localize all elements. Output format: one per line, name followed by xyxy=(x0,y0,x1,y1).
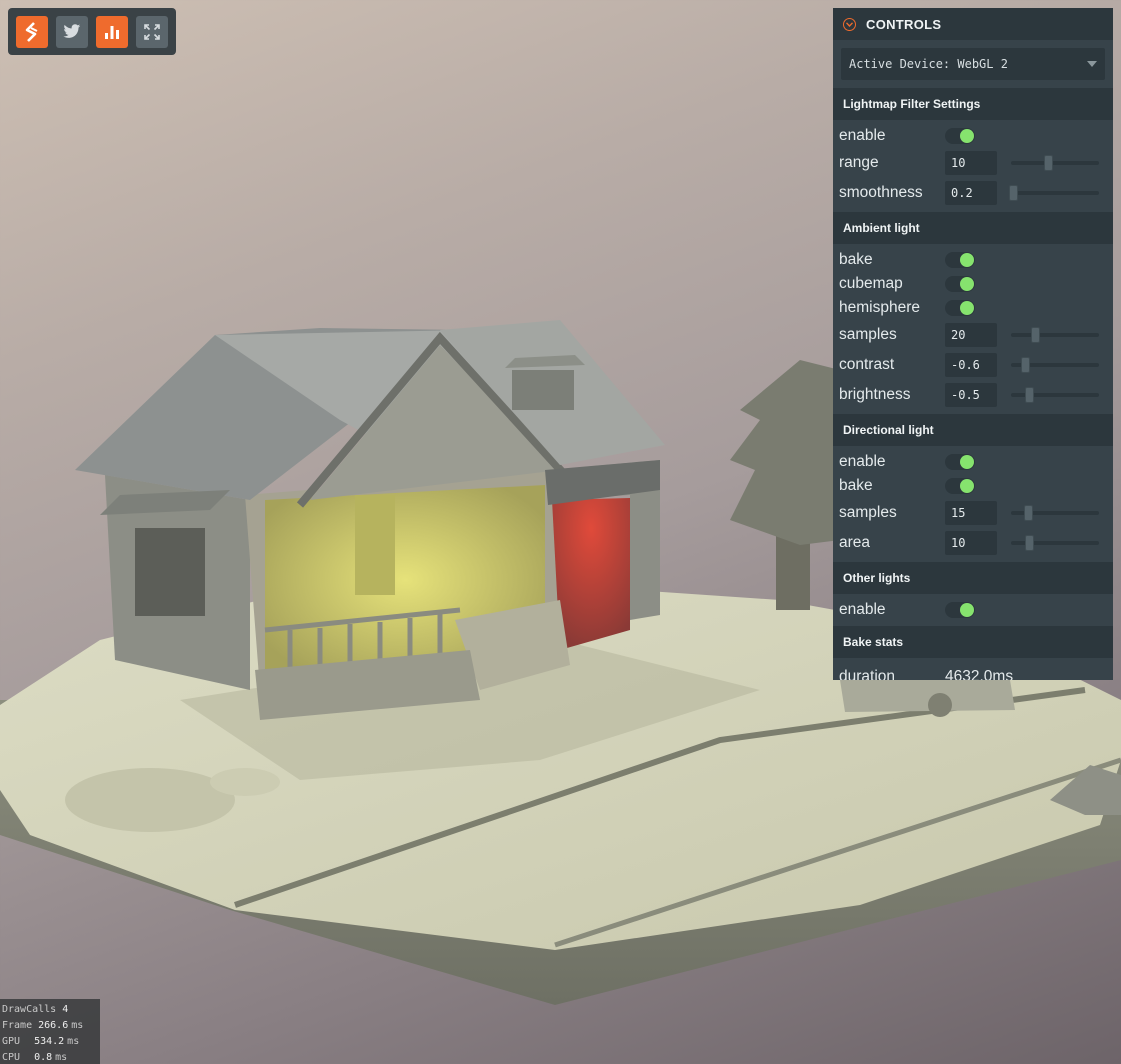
lightmap-smoothness-row: smoothness 0.2 xyxy=(833,178,1113,208)
bake-duration-label: duration xyxy=(839,668,896,680)
lightmap-smoothness-input[interactable]: 0.2 xyxy=(945,181,997,205)
playcanvas-logo-button[interactable] xyxy=(16,15,48,48)
stats-gpu-unit: ms xyxy=(67,1035,80,1047)
ambient-samples-label: samples xyxy=(839,326,897,343)
ambient-contrast-input[interactable]: -0.6 xyxy=(945,353,997,377)
ambient-brightness-input[interactable]: -0.5 xyxy=(945,383,997,407)
ambient-cubemap-toggle[interactable] xyxy=(945,276,975,292)
active-device-value: Active Device: WebGL 2 xyxy=(849,57,1008,71)
directional-area-input[interactable]: 10 xyxy=(945,531,997,555)
stats-cpu-unit: ms xyxy=(55,1051,68,1063)
tree xyxy=(730,360,840,610)
directional-enable-toggle[interactable] xyxy=(945,454,975,470)
twitter-button[interactable] xyxy=(56,15,88,48)
directional-samples-label: samples xyxy=(839,504,897,521)
ambient-samples-input[interactable]: 20 xyxy=(945,323,997,347)
directional-area-label: area xyxy=(839,534,871,551)
ambient-contrast-label: contrast xyxy=(839,356,895,373)
fullscreen-icon xyxy=(144,23,160,40)
lightmap-range-slider[interactable] xyxy=(1011,151,1099,175)
ambient-brightness-label: brightness xyxy=(839,386,911,403)
dropdown-caret-icon xyxy=(1087,61,1097,67)
other-enable-label: enable xyxy=(839,601,886,618)
other-enable-toggle[interactable] xyxy=(945,602,975,618)
collapse-chevron-icon[interactable] xyxy=(843,17,856,31)
ambient-cubemap-label: cubemap xyxy=(839,275,903,292)
ambient-hemisphere-toggle[interactable] xyxy=(945,300,975,316)
stats-frame-label: Frame xyxy=(2,1019,33,1031)
ambient-bake-toggle[interactable] xyxy=(945,252,975,268)
stats-gpu-value: 534.2 xyxy=(34,1035,65,1047)
directional-samples-row: samples 15 xyxy=(833,498,1113,528)
lightmap-smoothness-slider[interactable] xyxy=(1008,181,1099,205)
directional-samples-input[interactable]: 15 xyxy=(945,501,997,525)
performance-stats: DrawCalls 4 Frame 266.6 ms GPU 534.2 ms … xyxy=(0,999,100,1064)
ambient-bake-row: bake xyxy=(833,248,1113,272)
section-directional-light: Directional light xyxy=(833,414,1113,446)
controls-header[interactable]: CONTROLS xyxy=(833,8,1113,40)
stats-gpu-row: GPU 534.2 ms xyxy=(2,1033,98,1049)
active-device-select[interactable]: Active Device: WebGL 2 xyxy=(841,48,1105,80)
ambient-hemisphere-label: hemisphere xyxy=(839,299,920,316)
stats-frame-value: 266.6 xyxy=(38,1019,69,1031)
ambient-brightness-row: brightness -0.5 xyxy=(833,380,1113,410)
directional-bake-label: bake xyxy=(839,477,873,494)
ambient-cubemap-row: cubemap xyxy=(833,272,1113,296)
fullscreen-button[interactable] xyxy=(136,15,168,48)
lightmap-enable-toggle[interactable] xyxy=(945,128,975,144)
directional-bake-row: bake xyxy=(833,474,1113,498)
controls-panel: CONTROLS Active Device: WebGL 2 Lightmap… xyxy=(833,8,1113,680)
stats-gpu-label: GPU xyxy=(2,1035,21,1047)
stats-cpu-value: 0.8 xyxy=(34,1051,53,1063)
section-ambient-light: Ambient light xyxy=(833,212,1113,244)
lightmap-enable-row: enable xyxy=(833,124,1113,148)
ambient-contrast-slider[interactable] xyxy=(1011,353,1099,377)
section-bake-stats: Bake stats xyxy=(833,626,1113,658)
stats-chart-icon xyxy=(105,25,119,39)
top-toolbar xyxy=(8,8,176,55)
lightmap-range-row: range 10 xyxy=(833,148,1113,178)
ambient-bake-label: bake xyxy=(839,251,873,268)
controls-title: CONTROLS xyxy=(866,16,942,32)
section-other-lights: Other lights xyxy=(833,562,1113,594)
lightmap-range-label: range xyxy=(839,154,879,171)
lightmap-enable-label: enable xyxy=(839,127,886,144)
directional-area-row: area 10 xyxy=(833,528,1113,558)
directional-enable-row: enable xyxy=(833,450,1113,474)
stats-toggle-button[interactable] xyxy=(96,15,128,48)
twitter-icon xyxy=(63,24,81,38)
directional-samples-slider[interactable] xyxy=(1011,501,1099,525)
directional-area-slider[interactable] xyxy=(1011,531,1099,555)
lightmap-range-input[interactable]: 10 xyxy=(945,151,997,175)
bake-duration-row: duration 4632.0ms xyxy=(833,662,1113,680)
lightmap-smoothness-label: smoothness xyxy=(839,184,923,201)
stats-drawcalls-label: DrawCalls xyxy=(2,1003,57,1015)
stats-drawcalls-row: DrawCalls 4 xyxy=(2,1001,98,1017)
bake-duration-value: 4632.0ms xyxy=(945,668,1014,680)
ambient-samples-row: samples 20 xyxy=(833,320,1113,350)
other-enable-row: enable xyxy=(833,598,1113,622)
stats-cpu-label: CPU xyxy=(2,1051,21,1063)
directional-enable-label: enable xyxy=(839,453,886,470)
ambient-samples-slider[interactable] xyxy=(1011,323,1099,347)
directional-bake-toggle[interactable] xyxy=(945,478,975,494)
section-lightmap-filter: Lightmap Filter Settings xyxy=(833,88,1113,120)
playcanvas-logo-icon xyxy=(25,21,38,42)
ambient-contrast-row: contrast -0.6 xyxy=(833,350,1113,380)
stats-frame-unit: ms xyxy=(71,1019,84,1031)
ambient-hemisphere-row: hemisphere xyxy=(833,296,1113,320)
ambient-brightness-slider[interactable] xyxy=(1011,383,1099,407)
stats-drawcalls-value: 4 xyxy=(62,1003,69,1015)
stats-frame-row: Frame 266.6 ms xyxy=(2,1017,98,1033)
stats-cpu-row: CPU 0.8 ms xyxy=(2,1049,98,1064)
